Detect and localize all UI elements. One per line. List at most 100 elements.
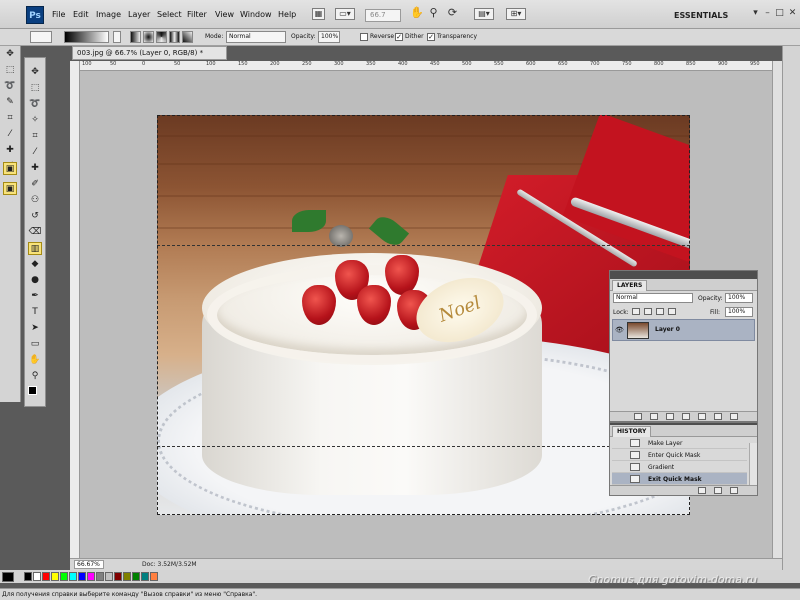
arrange-documents-icon[interactable]: ▭▾ (335, 8, 355, 20)
move-tool-icon[interactable]: ✥ (3, 48, 17, 61)
horizontal-ruler[interactable]: 100 50 0 50 100 150 200 250 300 350 400 … (80, 61, 772, 71)
pen-tool-icon[interactable]: ✒ (28, 290, 42, 303)
new-group-icon[interactable] (698, 413, 706, 420)
type-tool-icon[interactable]: T (28, 306, 42, 319)
gradient-picker[interactable] (64, 31, 109, 43)
healing-brush-icon[interactable]: ✚ (28, 162, 42, 175)
diamond-gradient-icon[interactable] (182, 31, 193, 43)
color-swatch[interactable] (33, 572, 41, 581)
clone-stamp-icon[interactable]: ⚇ (28, 194, 42, 207)
eyedropper-tool-icon[interactable]: ⁄ (28, 146, 42, 159)
color-swatch[interactable] (96, 572, 104, 581)
color-swatch[interactable] (150, 572, 158, 581)
lock-all-icon[interactable] (668, 308, 676, 315)
color-swatch[interactable] (69, 572, 77, 581)
tool-preset-picker[interactable] (30, 31, 52, 43)
move-tool-icon[interactable]: ✥ (28, 66, 42, 79)
color-swatch[interactable] (123, 572, 131, 581)
shape-tool-icon[interactable]: ▭ (28, 338, 42, 351)
workspace-switcher[interactable]: ESSENTIALS (674, 11, 728, 20)
quick-mask-icon[interactable]: ▣ (3, 182, 17, 195)
zoom-percentage-field[interactable]: 66.67% (74, 560, 104, 569)
lock-transparency-icon[interactable] (632, 308, 640, 315)
history-tab[interactable]: HISTORY (612, 426, 652, 437)
angle-gradient-icon[interactable] (156, 31, 167, 43)
color-swatch[interactable] (132, 572, 140, 581)
crop-tool-icon[interactable]: ⌗ (3, 112, 17, 125)
trash-icon[interactable] (730, 487, 738, 494)
reflected-gradient-icon[interactable] (169, 31, 180, 43)
transparency-checkbox[interactable]: ✓ (427, 33, 435, 41)
crop-tool-icon[interactable]: ⌗ (28, 130, 42, 143)
menu-view[interactable]: View (215, 10, 234, 19)
fill-input[interactable]: 100% (725, 307, 753, 317)
magic-wand-tool-icon[interactable]: ✧ (28, 114, 42, 127)
color-swatch[interactable] (105, 572, 113, 581)
lock-position-icon[interactable] (656, 308, 664, 315)
close-icon[interactable]: ✕ (787, 8, 798, 19)
visibility-eye-icon[interactable]: 👁 (615, 326, 624, 334)
brush-tool-icon[interactable]: ✐ (28, 178, 42, 191)
hand-tool-icon[interactable]: ✋ (410, 7, 424, 20)
color-swatch[interactable] (60, 572, 68, 581)
history-step-current[interactable]: Exit Quick Mask (612, 473, 747, 485)
eraser-tool-icon[interactable]: ⌫ (28, 226, 42, 239)
layer-name[interactable]: Layer 0 (655, 326, 680, 333)
gradient-dropdown-icon[interactable] (113, 31, 121, 43)
zoom-tool-icon[interactable]: ⚲ (28, 370, 42, 383)
new-snapshot-icon[interactable] (714, 487, 722, 494)
gradient-tool-icon[interactable]: ▣ (3, 162, 17, 175)
document-size-readout[interactable]: Doc: 3.52M/3.52M (142, 561, 197, 568)
menu-filter[interactable]: Filter (187, 10, 207, 19)
layer-opacity-input[interactable]: 100% (725, 293, 753, 303)
path-selection-icon[interactable]: ➤ (28, 322, 42, 335)
healing-brush-icon[interactable]: ✚ (3, 144, 17, 157)
screen-mode-icon[interactable]: ▤▾ (474, 8, 494, 20)
menu-edit[interactable]: Edit (73, 10, 89, 19)
new-layer-icon[interactable] (714, 413, 722, 420)
bridge-icon[interactable]: ▦ (312, 8, 325, 20)
lock-pixels-icon[interactable] (644, 308, 652, 315)
maximize-icon[interactable]: □ (774, 8, 785, 19)
menu-help[interactable]: Help (278, 10, 296, 19)
new-document-from-state-icon[interactable] (698, 487, 706, 494)
history-step[interactable]: Make Layer (612, 437, 747, 449)
lasso-tool-icon[interactable]: ➰ (28, 98, 42, 111)
trash-icon[interactable] (730, 413, 738, 420)
lasso-tool-icon[interactable]: ➰ (3, 80, 17, 93)
rotate-view-icon[interactable]: ⟳ (446, 7, 459, 20)
layers-tab[interactable]: LAYERS (612, 280, 648, 291)
foreground-color-icon[interactable] (28, 386, 37, 395)
history-brush-icon[interactable]: ↺ (28, 210, 42, 223)
gradient-tool-icon[interactable]: ▥ (28, 242, 42, 255)
zoom-tool-icon[interactable]: ⚲ (427, 7, 440, 20)
dither-checkbox[interactable]: ✓ (395, 33, 403, 41)
menu-image[interactable]: Image (96, 10, 121, 19)
history-step[interactable]: Gradient (612, 461, 747, 473)
foreground-color-swatch[interactable] (2, 572, 14, 582)
color-swatch[interactable] (87, 572, 95, 581)
panel-header[interactable] (610, 271, 757, 279)
mode-select[interactable]: Normal (226, 31, 286, 43)
color-swatch[interactable] (78, 572, 86, 581)
zoom-level-field[interactable]: 66.7 (365, 9, 401, 22)
dodge-tool-icon[interactable]: ● (28, 274, 42, 287)
color-swatch[interactable] (141, 572, 149, 581)
reverse-checkbox[interactable] (360, 33, 368, 41)
linear-gradient-icon[interactable] (130, 31, 141, 43)
radial-gradient-icon[interactable] (143, 31, 154, 43)
layer-style-icon[interactable] (650, 413, 658, 420)
minimize-window-icon[interactable]: – (762, 8, 773, 19)
color-swatch[interactable] (42, 572, 50, 581)
eyedropper-tool-icon[interactable]: ⁄ (3, 128, 17, 141)
color-swatch[interactable] (114, 572, 122, 581)
color-swatch[interactable] (51, 572, 59, 581)
link-layers-icon[interactable] (634, 413, 642, 420)
vertical-scrollbar[interactable] (772, 61, 782, 558)
hand-tool-icon[interactable]: ✋ (28, 354, 42, 367)
blend-mode-select[interactable]: Normal (613, 293, 693, 303)
extras-icon[interactable]: ⊞▾ (506, 8, 526, 20)
history-step[interactable]: Enter Quick Mask (612, 449, 747, 461)
vertical-ruler[interactable] (70, 61, 80, 558)
adjustment-layer-icon[interactable] (682, 413, 690, 420)
